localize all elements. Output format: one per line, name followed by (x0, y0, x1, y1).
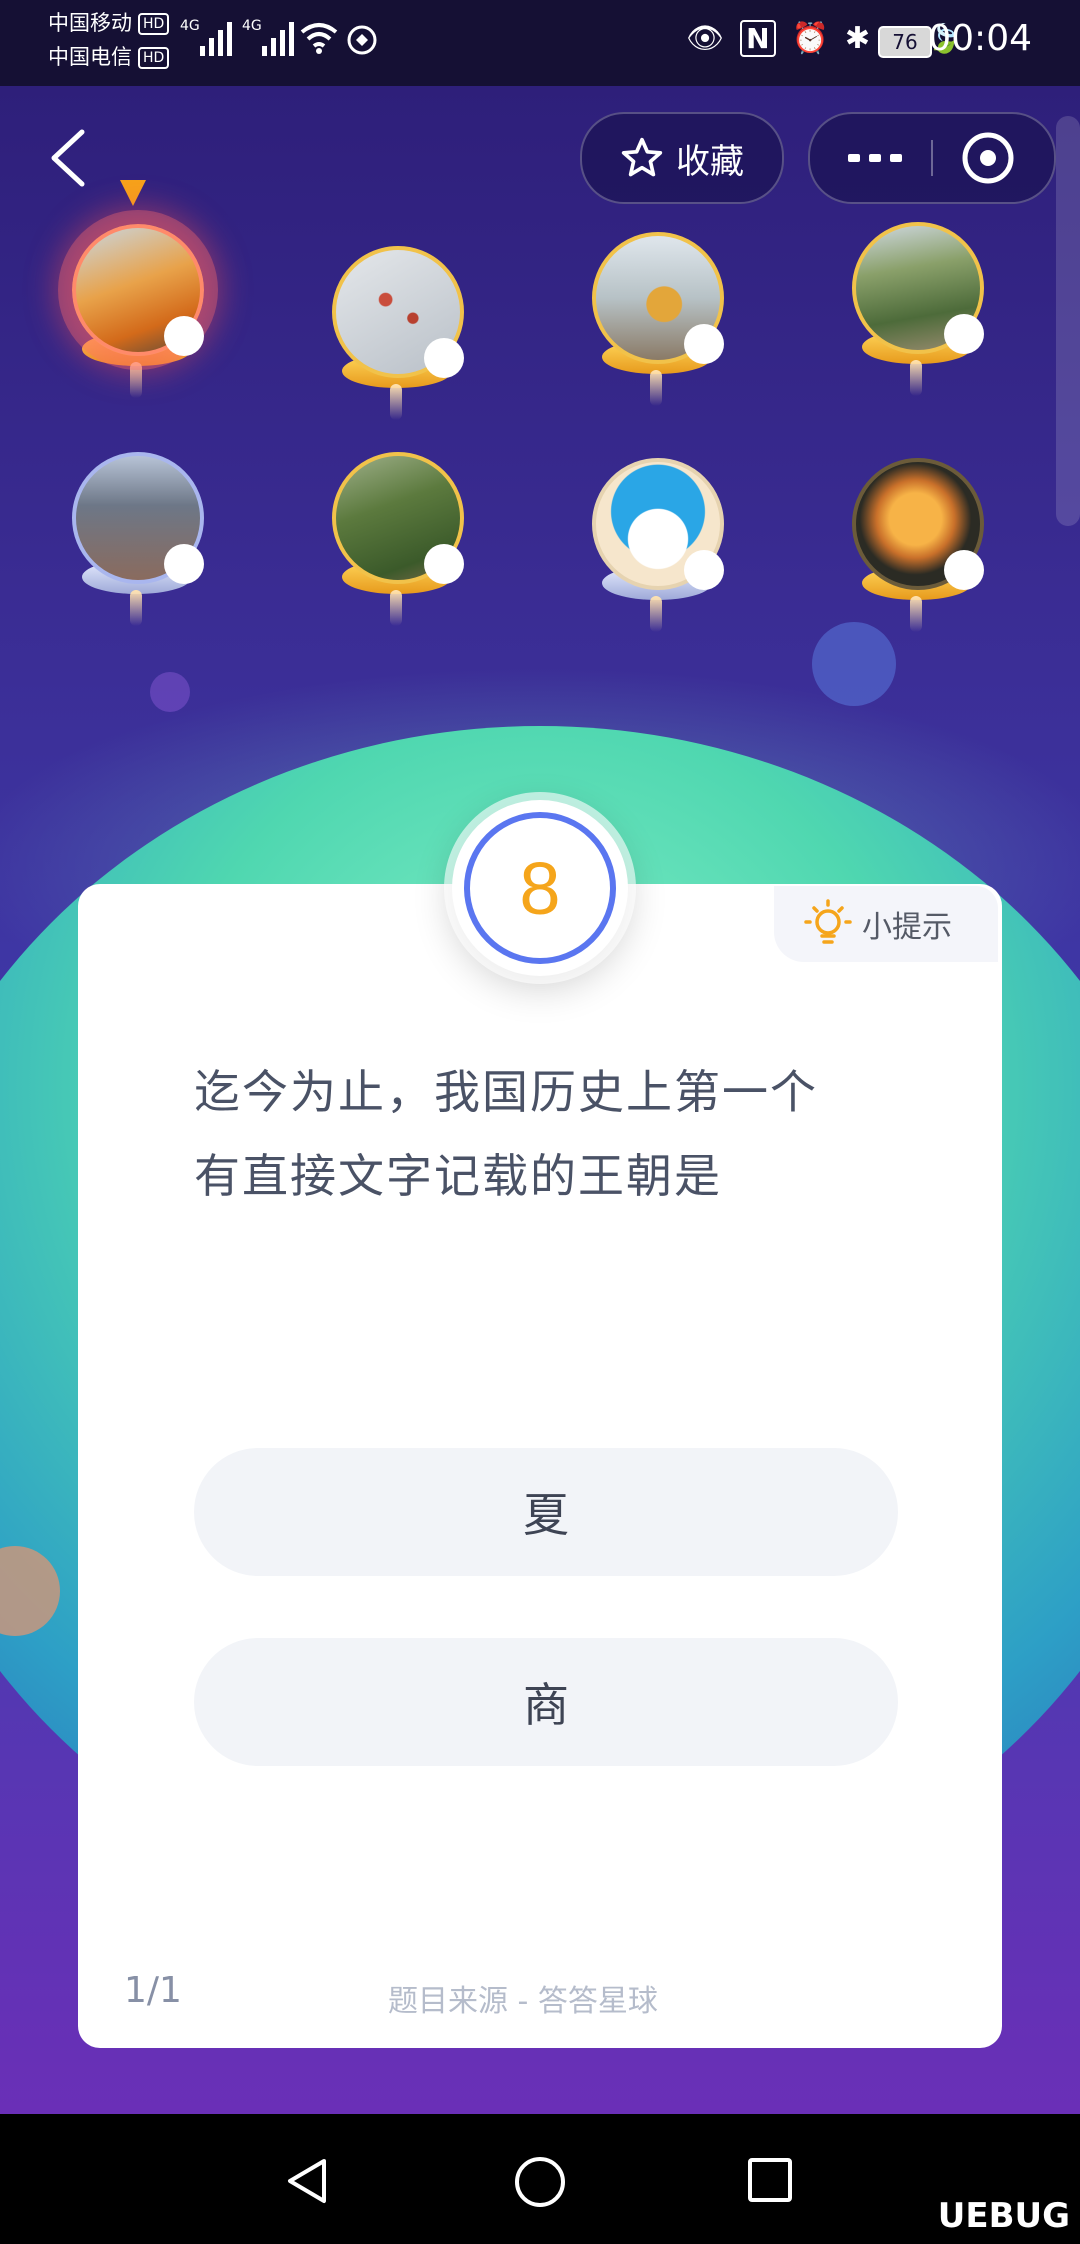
avatar-item[interactable] (332, 246, 464, 436)
nav-home-icon[interactable] (514, 2156, 566, 2208)
lightbulb-icon (804, 899, 852, 944)
avatar-flame (910, 596, 922, 632)
avatar-status-dot (164, 316, 204, 356)
avatar-status-dot (684, 550, 724, 590)
avatar-status-dot (684, 324, 724, 364)
watermark-logo: UEBUG (937, 2196, 1070, 2236)
avatar-flame (390, 590, 402, 626)
avatar-item[interactable] (852, 222, 984, 412)
avatar-item[interactable] (592, 232, 724, 422)
avatar-item[interactable] (72, 224, 204, 414)
capsule-divider (931, 140, 933, 176)
vpn-icon (347, 25, 377, 55)
clock: 00:04 (928, 18, 1032, 59)
question-number: 8 (519, 846, 561, 930)
avatar-item[interactable] (332, 452, 464, 642)
status-icons: 👁 N ⏰ ✱ (686, 20, 870, 57)
avatar-flame (390, 384, 402, 420)
avatar-flame (910, 360, 922, 396)
wifi-icon (300, 23, 338, 54)
star-icon (621, 137, 663, 177)
avatar-item[interactable] (72, 452, 204, 642)
more-button[interactable] (840, 140, 910, 176)
avatar-flame (650, 596, 662, 632)
avatar-status-dot (944, 550, 984, 590)
question-text: 迄今为止，我国历史上第一个 有直接文字记载的王朝是 (194, 1050, 914, 1218)
current-avatar-pointer-icon (120, 180, 146, 206)
signal-icon (200, 20, 232, 56)
avatar-status-dot (424, 544, 464, 584)
question-progress: 1/1 (124, 1970, 182, 2011)
status-bar: 中国移动 HD 中国电信 HD 4G 4G 👁 N ⏰ ✱ 76 🍃 00:04 (0, 0, 1080, 86)
nfc-icon: N (740, 20, 776, 57)
answer-option-a[interactable]: 夏 (194, 1448, 898, 1576)
scroll-indicator[interactable] (1056, 116, 1080, 526)
bluetooth-icon: ✱ (844, 21, 870, 56)
back-button[interactable] (46, 128, 90, 188)
avatar-flame (130, 362, 142, 398)
avatar-status-dot (164, 544, 204, 584)
nav-back-icon[interactable] (282, 2156, 332, 2206)
nav-recents-icon[interactable] (746, 2156, 794, 2204)
hint-label: 小提示 (862, 910, 952, 945)
favorite-label: 收藏 (676, 141, 744, 182)
alarm-icon: ⏰ (791, 21, 829, 56)
carrier-1: 中国移动 HD (48, 10, 170, 36)
question-number-ring: 8 (464, 812, 616, 964)
hint-button[interactable]: 小提示 (774, 886, 998, 962)
network-type-1: 4G (180, 18, 200, 34)
avatar-status-dot (944, 314, 984, 354)
miniprogram-capsule (808, 112, 1056, 204)
carrier-2: 中国电信 HD (48, 44, 170, 70)
avatar-item[interactable] (592, 458, 724, 648)
avatar-status-dot (424, 338, 464, 378)
question-line-1: 迄今为止，我国历史上第一个 (194, 1065, 818, 1119)
avatar-flame (130, 590, 142, 626)
network-type-2: 4G (242, 18, 262, 34)
eye-comfort-icon: 👁 (685, 21, 725, 56)
question-source: 题目来源 - 答答星球 (388, 1984, 658, 2019)
favorite-button[interactable]: 收藏 (580, 112, 784, 204)
battery-indicator: 76 (878, 26, 932, 58)
avatar-flame (650, 370, 662, 406)
answer-option-b[interactable]: 商 (194, 1638, 898, 1766)
decor-bubble (150, 672, 190, 712)
close-miniprogram-button[interactable] (960, 130, 1016, 186)
question-number-badge: 8 (452, 800, 628, 976)
signal-icon-2 (262, 20, 294, 56)
avatar-item[interactable] (852, 458, 984, 648)
question-line-2: 有直接文字记载的王朝是 (194, 1149, 722, 1203)
system-nav-bar (0, 2114, 1080, 2244)
